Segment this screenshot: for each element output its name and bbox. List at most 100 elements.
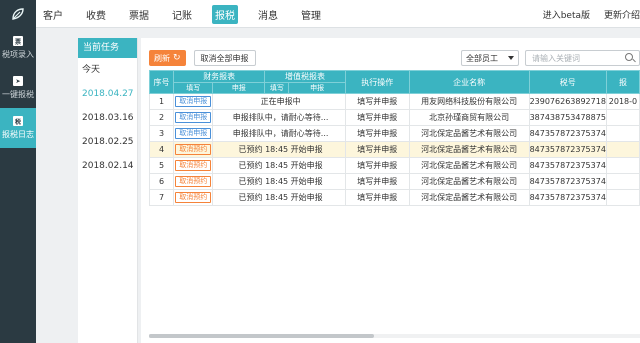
tax-log-table: 序号 财务报表 增值税报表 执行操作 企业名称 税号 报 填写 申报 填写 申报… [148, 70, 640, 206]
refresh-button[interactable]: 刷新 ↻ [149, 50, 186, 66]
app-logo[interactable] [0, 0, 36, 28]
file-icon: 票 [13, 36, 23, 46]
cell-seq: 5 [148, 157, 175, 174]
task-item-date[interactable]: 2018.02.14 [78, 154, 137, 178]
cell-action[interactable]: 填写并申报 [344, 189, 410, 206]
cell-seq: 7 [148, 189, 175, 206]
cell-seq: 2 [148, 109, 175, 126]
nav-accounting[interactable]: 记账 [169, 5, 195, 24]
table-row: 3 取消申报 申报排队中，请耐心等待... 填写并申报 河北保定品酱艺术有限公司 8473… [148, 125, 640, 142]
cell-status: 已预约 18:45 开始申报 [212, 189, 346, 206]
cell-extra [605, 173, 640, 190]
search-input[interactable]: 请输入关键词 [525, 50, 640, 66]
leaf-logo-icon [12, 8, 24, 20]
nav-admin[interactable]: 管理 [298, 5, 324, 24]
task-item-date[interactable]: 2018.03.16 [78, 106, 137, 130]
cell-cancel: 取消申报 [173, 125, 214, 142]
task-panel-header: 当前任务 [78, 38, 137, 58]
chevron-down-icon [508, 56, 514, 60]
search-placeholder: 请输入关键词 [532, 53, 580, 63]
cell-seq: 1 [148, 93, 175, 110]
cell-status: 申报排队中，请耐心等待... [212, 125, 346, 142]
cell-taxno: 847357872375374 [528, 157, 607, 174]
cancel-button[interactable]: 取消预约 [175, 160, 212, 171]
cell-company: 用友网络科技股份有限公司 [408, 93, 530, 110]
col-finance-fill: 填写 [173, 82, 214, 94]
table-row: 2 取消申报 申报排队中，请耐心等待... 填写并申报 北京孙瑾商贸有限公司 387438… [148, 109, 640, 126]
cell-action[interactable]: 填写并申报 [344, 109, 410, 126]
nav-charge[interactable]: 收费 [83, 5, 109, 24]
nav-bills[interactable]: 票据 [126, 5, 152, 24]
cell-extra [605, 157, 640, 174]
cell-company: 河北保定品酱艺术有限公司 [408, 157, 530, 174]
task-panel: 当前任务 今天 2018.04.27 2018.03.16 2018.02.25… [78, 38, 138, 343]
cell-cancel: 取消预约 [173, 189, 214, 206]
cell-cancel: 取消预约 [173, 173, 214, 190]
sidebar-item-tax-log[interactable]: 税 报税日志 [0, 108, 36, 148]
col-seq: 序号 [148, 70, 175, 94]
cell-action[interactable]: 填写并申报 [344, 141, 410, 158]
col-finance-declare: 申报 [212, 82, 266, 94]
cancel-button[interactable]: 取消预约 [175, 144, 212, 155]
scrollbar-thumb[interactable] [149, 334, 374, 338]
nav-messages[interactable]: 消息 [255, 5, 281, 24]
cancel-button[interactable]: 取消预约 [175, 192, 212, 203]
nav-customer[interactable]: 客户 [40, 5, 66, 24]
top-right-links: 进入beta版 更新介绍 [529, 0, 640, 28]
staff-select-value: 全部员工 [466, 53, 498, 63]
col-action: 执行操作 [344, 70, 410, 94]
staff-select[interactable]: 全部员工 [461, 50, 519, 66]
col-vat-declare: 申报 [288, 82, 346, 94]
col-vat-fill: 填写 [264, 82, 290, 94]
sidebar: 票 税项录入 ➤ 一键报税 税 报税日志 [0, 28, 36, 343]
cell-cancel: 取消申报 [173, 109, 214, 126]
task-item-today[interactable]: 今天 [78, 58, 137, 82]
update-notes-link[interactable]: 更新介绍 [604, 8, 640, 21]
cell-action[interactable]: 填写并申报 [344, 157, 410, 174]
cancel-button[interactable]: 取消申报 [175, 96, 212, 107]
table-row: 5 取消预约 已预约 18:45 开始申报 填写并申报 河北保定品酱艺术有限公司 8473… [148, 157, 640, 174]
cell-taxno: 387438753478875 [528, 109, 607, 126]
toolbar: 刷新 ↻ 取消全部申报 [149, 50, 256, 66]
cell-status: 已预约 18:45 开始申报 [212, 141, 346, 158]
sidebar-item-label: 报税日志 [2, 130, 34, 139]
cell-company: 河北保定品酱艺术有限公司 [408, 125, 530, 142]
beta-link[interactable]: 进入beta版 [543, 8, 590, 21]
sidebar-item-label: 税项录入 [2, 50, 34, 59]
cancel-button[interactable]: 取消申报 [175, 112, 212, 123]
cell-extra [605, 125, 640, 142]
sidebar-item-tax-entry[interactable]: 票 税项录入 [0, 28, 36, 68]
main-nav: 客户 收费 票据 记账 报税 消息 管理 [40, 0, 341, 28]
cell-seq: 3 [148, 125, 175, 142]
cell-status: 已预约 18:45 开始申报 [212, 173, 346, 190]
cell-seq: 4 [148, 141, 175, 158]
horizontal-scrollbar[interactable] [149, 334, 640, 338]
nav-tax-filing[interactable]: 报税 [212, 4, 238, 24]
task-item-date[interactable]: 2018.04.27 [78, 82, 137, 106]
sidebar-item-one-click[interactable]: ➤ 一键报税 [0, 68, 36, 108]
cancel-button[interactable]: 取消预约 [175, 176, 212, 187]
cell-cancel: 取消申报 [173, 93, 214, 110]
cell-action[interactable]: 填写并申报 [344, 93, 410, 110]
cell-extra [605, 189, 640, 206]
search-icon[interactable] [625, 53, 633, 61]
cancel-all-button[interactable]: 取消全部申报 [193, 50, 256, 66]
cell-taxno: 239076263892718 [528, 93, 607, 110]
cell-taxno: 847357872375374 [528, 141, 607, 158]
cell-company: 河北保定品酱艺术有限公司 [408, 141, 530, 158]
cell-company: 北京孙瑾商贸有限公司 [408, 109, 530, 126]
cell-action[interactable]: 填写并申报 [344, 125, 410, 142]
col-extra: 报 [605, 70, 640, 94]
cell-cancel: 取消预约 [173, 157, 214, 174]
main-content: 刷新 ↻ 取消全部申报 全部员工 请输入关键词 序号 财务报表 增值税报表 执行… [141, 38, 640, 343]
col-finance: 财务报表 [173, 70, 266, 83]
table-row: 4 取消预约 已预约 18:45 开始申报 填写并申报 河北保定品酱艺术有限公司 8473… [148, 141, 640, 158]
cell-action[interactable]: 填写并申报 [344, 173, 410, 190]
cell-taxno: 847357872375374 [528, 125, 607, 142]
cell-status: 申报排队中，请耐心等待... [212, 109, 346, 126]
cancel-button[interactable]: 取消申报 [175, 128, 212, 139]
task-item-date[interactable]: 2018.02.25 [78, 130, 137, 154]
cell-cancel: 取消预约 [173, 141, 214, 158]
cell-extra [605, 109, 640, 126]
log-icon: 税 [13, 116, 23, 126]
